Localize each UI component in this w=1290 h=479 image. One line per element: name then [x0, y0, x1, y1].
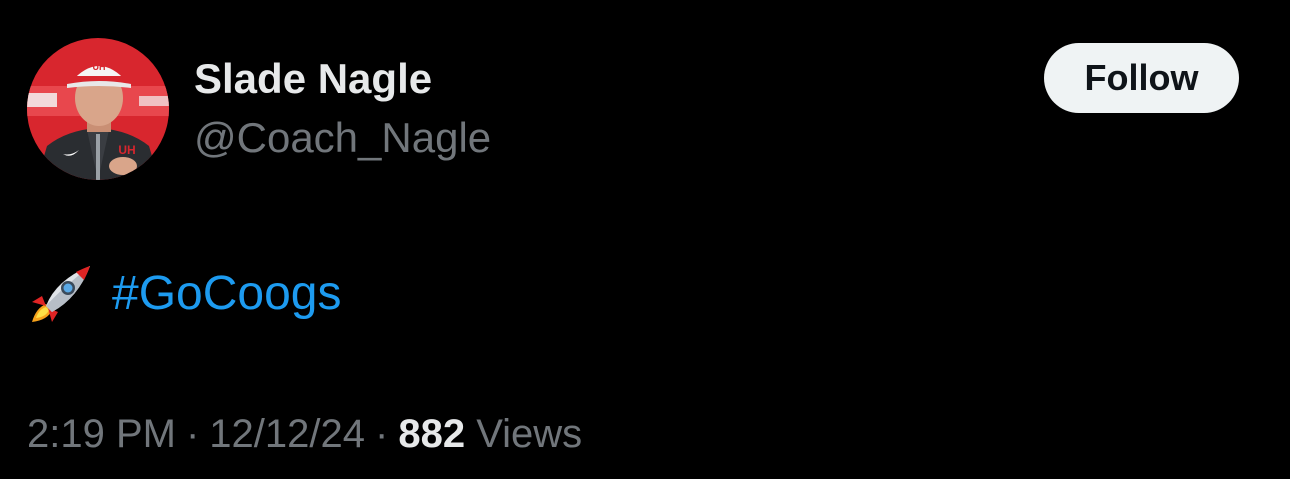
author-handle[interactable]: @Coach_Nagle [194, 113, 491, 163]
follow-button[interactable]: Follow [1044, 43, 1239, 113]
avatar-photo: UH UH [27, 38, 169, 180]
svg-text:UH: UH [118, 143, 135, 157]
svg-text:UH: UH [93, 62, 106, 72]
author-display-name[interactable]: Slade Nagle [194, 54, 432, 104]
views-label: Views [476, 412, 583, 456]
author-avatar[interactable]: UH UH [27, 38, 169, 180]
separator: · [185, 412, 200, 456]
separator: · [375, 412, 389, 456]
tweet-text: #GoCoogs [28, 262, 341, 326]
hashtag-link[interactable]: #GoCoogs [112, 262, 341, 326]
rocket-icon [32, 266, 90, 322]
tweet-date[interactable]: 12/12/24 [209, 412, 365, 456]
tweet-time[interactable]: 2:19 PM [27, 412, 176, 456]
views-count[interactable]: 882 [398, 412, 465, 456]
tweet-metadata: 2:19 PM · 12/12/24 · 882 Views [27, 410, 582, 458]
